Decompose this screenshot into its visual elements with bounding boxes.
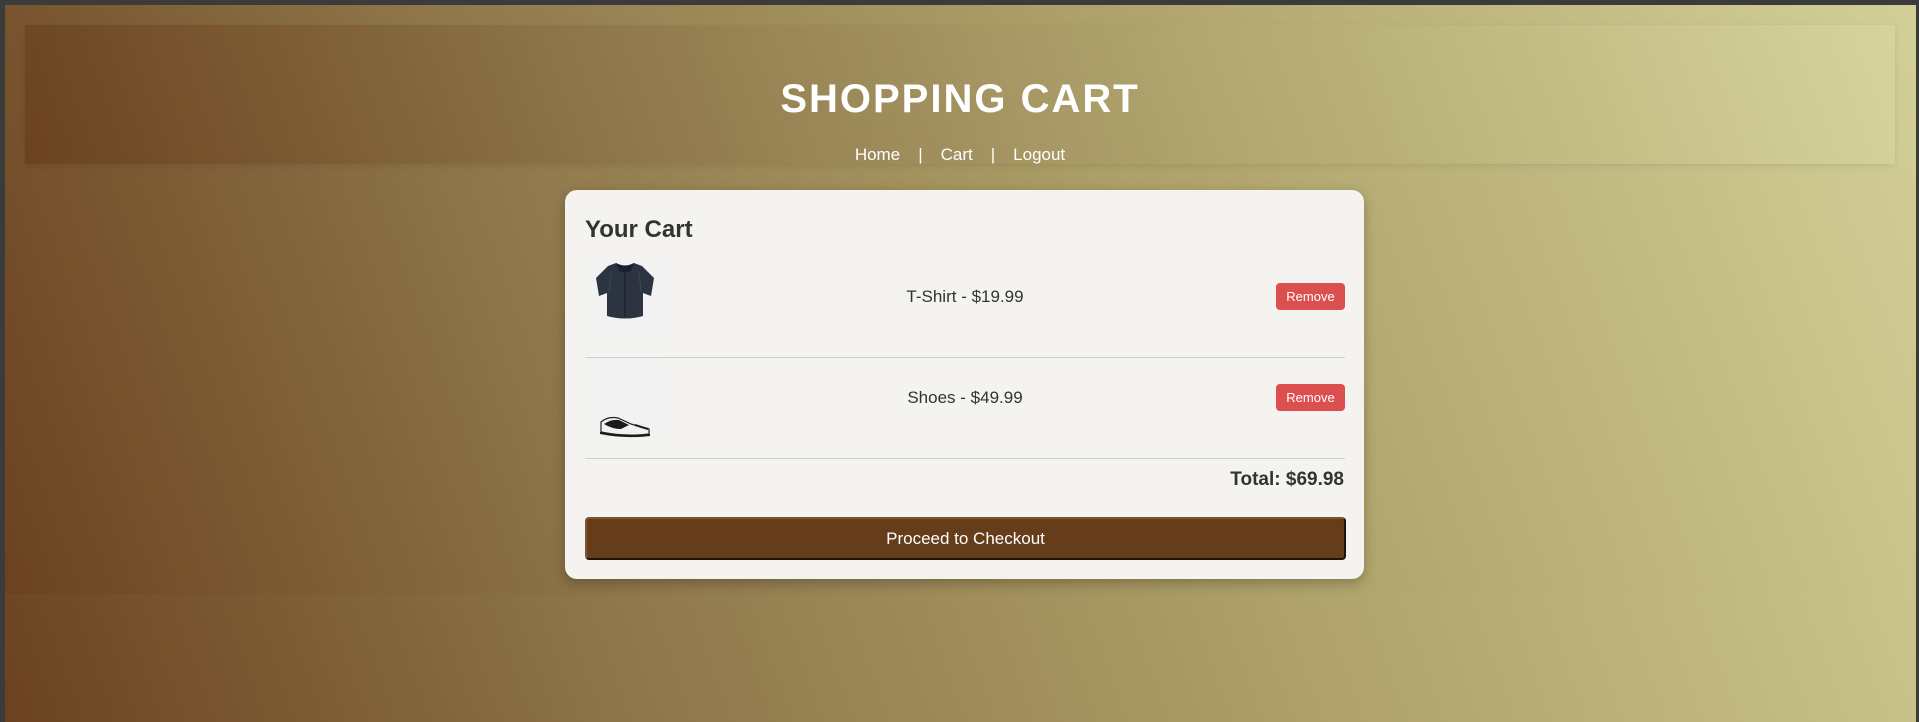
cart-item-label: Shoes - $49.99 [907,388,1023,407]
nav-separator: | [990,145,996,164]
nav-link-logout[interactable]: Logout [1013,145,1065,164]
remove-tshirt-button[interactable]: Remove [1276,283,1345,310]
sneaker-icon [600,416,650,438]
shirt-icon [596,263,654,319]
product-image-tshirt [585,257,665,337]
cart-item-label: T-Shirt - $19.99 [906,287,1024,306]
cart-title: Your Cart [585,216,693,243]
site-title: SHOPPING CART [780,77,1140,121]
remove-shoes-button[interactable]: Remove [1276,384,1345,411]
nav-link-home[interactable]: Home [855,145,900,164]
nav-link-cart[interactable]: Cart [941,145,973,164]
product-image-shoes [585,358,665,438]
cart-item: T-Shirt - $19.99 Remove [585,257,1345,358]
cart-item: Shoes - $49.99 Remove [585,358,1345,459]
main-nav: Home | Cart | Logout [25,144,1895,166]
cart-total: Total: $69.98 [1230,469,1344,490]
browser-viewport: SHOPPING CART Home | Cart | Logout Your Cart… [5,5,1916,722]
nav-separator: | [918,145,923,164]
site-header: SHOPPING CART Home | Cart | Logout [25,25,1895,164]
checkout-button[interactable]: Proceed to Checkout [585,517,1346,560]
cart-panel: Your Cart T-Shirt - $19.99 Remove Shoes … [565,190,1364,579]
page-body: SHOPPING CART Home | Cart | Logout Your Cart… [5,5,1916,594]
